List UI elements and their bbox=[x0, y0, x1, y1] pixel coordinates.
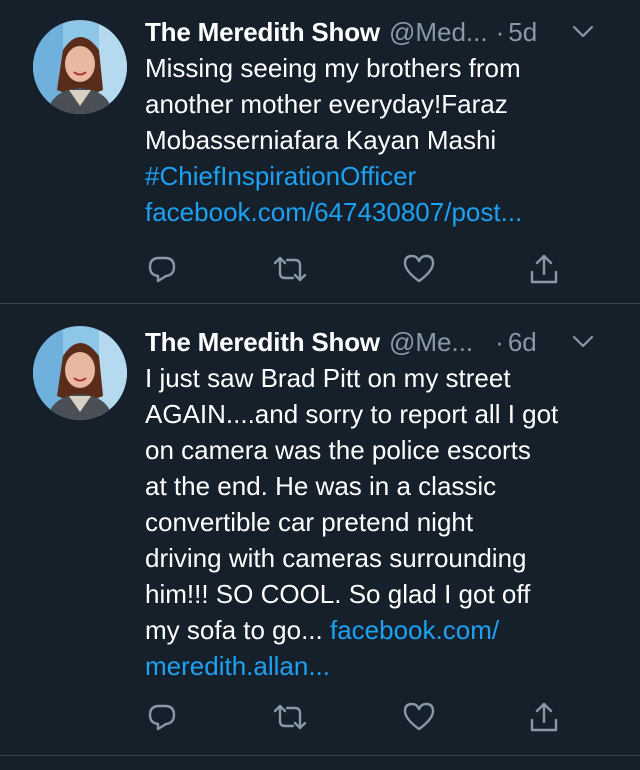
share-button[interactable] bbox=[527, 252, 561, 286]
tweet-text-line: another mother everyday!Faraz bbox=[145, 89, 508, 119]
separator-dot: · bbox=[495, 326, 504, 357]
retweet-button[interactable] bbox=[273, 252, 307, 286]
tweet-text-line: Missing seeing my brothers from bbox=[145, 53, 521, 83]
separator-dot: · bbox=[495, 16, 505, 47]
avatar[interactable] bbox=[33, 326, 127, 420]
tweet-text-line: on camera was the police escorts bbox=[145, 435, 531, 465]
timeline: The Meredith Show @Med... · 5d Missing s… bbox=[0, 0, 640, 770]
share-icon bbox=[530, 254, 558, 284]
tweet-text-line: AGAIN....and sorry to report all I got bbox=[145, 399, 559, 429]
tweet[interactable]: The Meredith Show @Me... · 6d I just saw… bbox=[0, 304, 640, 756]
url-link[interactable]: facebook.com/647430807/post... bbox=[145, 194, 616, 230]
chevron-down-icon[interactable] bbox=[572, 23, 594, 41]
heart-icon bbox=[403, 254, 435, 283]
reply-icon bbox=[148, 704, 176, 731]
tweet-text-line: him!!! SO COOL. So glad I got off bbox=[145, 579, 531, 609]
chevron-down-icon[interactable] bbox=[572, 333, 594, 351]
tweet-content: The Meredith Show @Me... · 6d I just saw… bbox=[145, 304, 640, 755]
heart-icon bbox=[403, 702, 435, 731]
user-handle[interactable]: @Me... bbox=[389, 327, 473, 358]
tweet-text-line: I just saw Brad Pitt on my street bbox=[145, 363, 511, 393]
url-link-continued[interactable]: meredith.allan... bbox=[145, 648, 616, 684]
tweet-text-fragment: my sofa to go... bbox=[145, 615, 330, 645]
reply-button[interactable] bbox=[145, 252, 179, 286]
retweet-icon bbox=[273, 256, 307, 282]
like-button[interactable] bbox=[402, 252, 436, 286]
retweet-icon bbox=[273, 704, 307, 730]
url-link[interactable]: facebook.com/ bbox=[330, 615, 499, 645]
tweet-text-line: my sofa to go... facebook.com/ bbox=[145, 612, 616, 648]
avatar-image bbox=[33, 20, 127, 114]
tweet-header: The Meredith Show @Med... · 5d bbox=[145, 14, 622, 50]
reply-button[interactable] bbox=[145, 700, 179, 734]
display-name[interactable]: The Meredith Show bbox=[145, 17, 380, 48]
share-icon bbox=[530, 702, 558, 732]
reply-icon bbox=[148, 256, 176, 283]
tweet-text-line: convertible car pretend night bbox=[145, 507, 474, 537]
tweet-text-line: Mobasserniafara Kayan Mashi bbox=[145, 125, 497, 155]
tweet-content: The Meredith Show @Med... · 5d Missing s… bbox=[145, 0, 640, 303]
display-name[interactable]: The Meredith Show bbox=[145, 327, 380, 358]
tweet-header: The Meredith Show @Me... · 6d bbox=[145, 324, 622, 360]
hashtag-link[interactable]: #ChiefInspirationOfficer bbox=[145, 158, 616, 194]
avatar-column bbox=[0, 0, 145, 303]
tweet-text: Missing seeing my brothers from another … bbox=[145, 50, 622, 230]
tweet-text-line: driving with cameras surrounding bbox=[145, 543, 527, 573]
retweet-button[interactable] bbox=[273, 700, 307, 734]
tweet-text-line: at the end. He was in a classic bbox=[145, 471, 497, 501]
share-button[interactable] bbox=[527, 700, 561, 734]
avatar[interactable] bbox=[33, 20, 127, 114]
avatar-column bbox=[0, 304, 145, 755]
user-handle[interactable]: @Med... bbox=[389, 17, 488, 48]
timestamp[interactable]: 6d bbox=[508, 327, 537, 358]
timestamp[interactable]: 5d bbox=[508, 17, 537, 48]
tweet[interactable]: The Meredith Show @Med... · 5d Missing s… bbox=[0, 0, 640, 304]
tweet-text: I just saw Brad Pitt on my street AGAIN.… bbox=[145, 360, 622, 684]
avatar-image bbox=[33, 326, 127, 420]
like-button[interactable] bbox=[402, 700, 436, 734]
